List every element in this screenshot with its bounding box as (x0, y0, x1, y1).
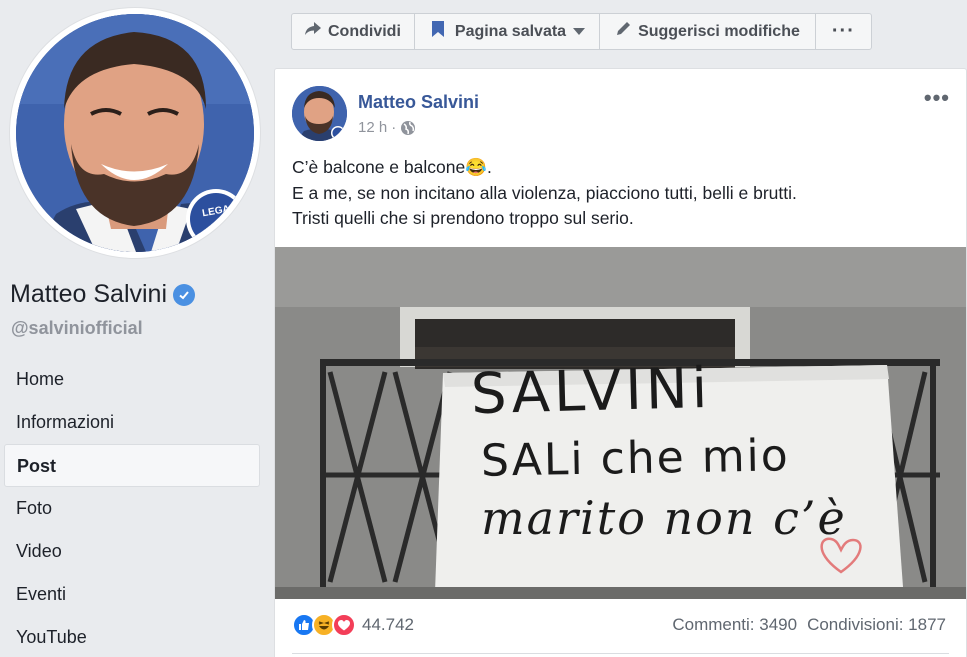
post-photo[interactable]: SALVINi SALi che mio marito non c’è (275, 247, 966, 599)
profile-picture[interactable]: LEGA (10, 8, 260, 258)
post-author-avatar[interactable] (292, 86, 347, 141)
love-icon (332, 613, 356, 637)
meta-separator: · (391, 119, 397, 136)
suggest-edits-label: Suggerisci modifiche (638, 22, 800, 40)
nav-item-youtube[interactable]: YouTube (4, 616, 260, 657)
banner-text-line: marito non c’è (481, 491, 847, 545)
page-name-text: Matteo Salvini (10, 280, 168, 308)
more-icon: ··· (831, 20, 855, 42)
caret-down-icon (573, 23, 586, 41)
page-action-bar: Condividi Pagina salvata Suggerisci modi… (291, 13, 872, 50)
post-options-button[interactable]: ••• (924, 85, 950, 111)
verified-icon (173, 283, 196, 306)
page-handle[interactable]: @salviniofficial (11, 318, 143, 339)
post-card: Matteo Salvini 12 h · ••• C’è balcone e … (274, 68, 967, 657)
share-icon (305, 22, 321, 41)
globe-icon[interactable] (400, 120, 416, 136)
pencil-icon (615, 21, 631, 42)
engagement-counts: Commenti: 3490 Condivisioni: 1877 (672, 615, 946, 635)
saved-page-button[interactable]: Pagina salvata (415, 14, 601, 49)
suggest-edits-button[interactable]: Suggerisci modifiche (600, 14, 816, 49)
nav-item-post[interactable]: Post (4, 444, 260, 487)
comments-count[interactable]: Commenti: 3490 (672, 615, 797, 635)
more-actions-button[interactable]: ··· (816, 14, 871, 49)
post-text: C’è balcone e balcone😂. E a me, se non i… (292, 155, 797, 232)
nav-item-informazioni[interactable]: Informazioni (4, 401, 260, 444)
reactions-summary[interactable]: 44.742 (292, 613, 414, 637)
saved-page-label: Pagina salvata (454, 22, 567, 40)
footer-divider (292, 653, 949, 654)
share-button[interactable]: Condividi (292, 14, 415, 49)
banner-text-line: SALi che mio (480, 430, 791, 487)
banner-text-line: SALVINi (470, 355, 713, 428)
page-name[interactable]: Matteo Salvini (10, 280, 196, 309)
profile-photo: LEGA (16, 14, 254, 252)
page-nav: Home Informazioni Post Foto Video Eventi… (4, 358, 260, 657)
post-text-line: Tristi quelli che si prendono troppo sul… (292, 208, 634, 228)
post-author-name[interactable]: Matteo Salvini (358, 92, 479, 113)
post-time[interactable]: 12 h (358, 119, 387, 136)
post-text-line: C’è balcone e balcone😂. (292, 157, 492, 177)
nav-item-eventi[interactable]: Eventi (4, 573, 260, 616)
shares-count[interactable]: Condivisioni: 1877 (807, 615, 946, 635)
post-text-line: E a me, se non incitano alla violenza, p… (292, 182, 797, 203)
nav-item-video[interactable]: Video (4, 530, 260, 573)
nav-item-home[interactable]: Home (4, 358, 260, 401)
reaction-count: 44.742 (362, 615, 414, 634)
bookmark-icon (431, 21, 444, 42)
post-meta: 12 h · (358, 119, 416, 136)
nav-item-foto[interactable]: Foto (4, 487, 260, 530)
share-label: Condividi (328, 22, 401, 40)
page-sidebar: LEGA Matteo Salvini @salviniofficial Hom… (0, 0, 274, 657)
